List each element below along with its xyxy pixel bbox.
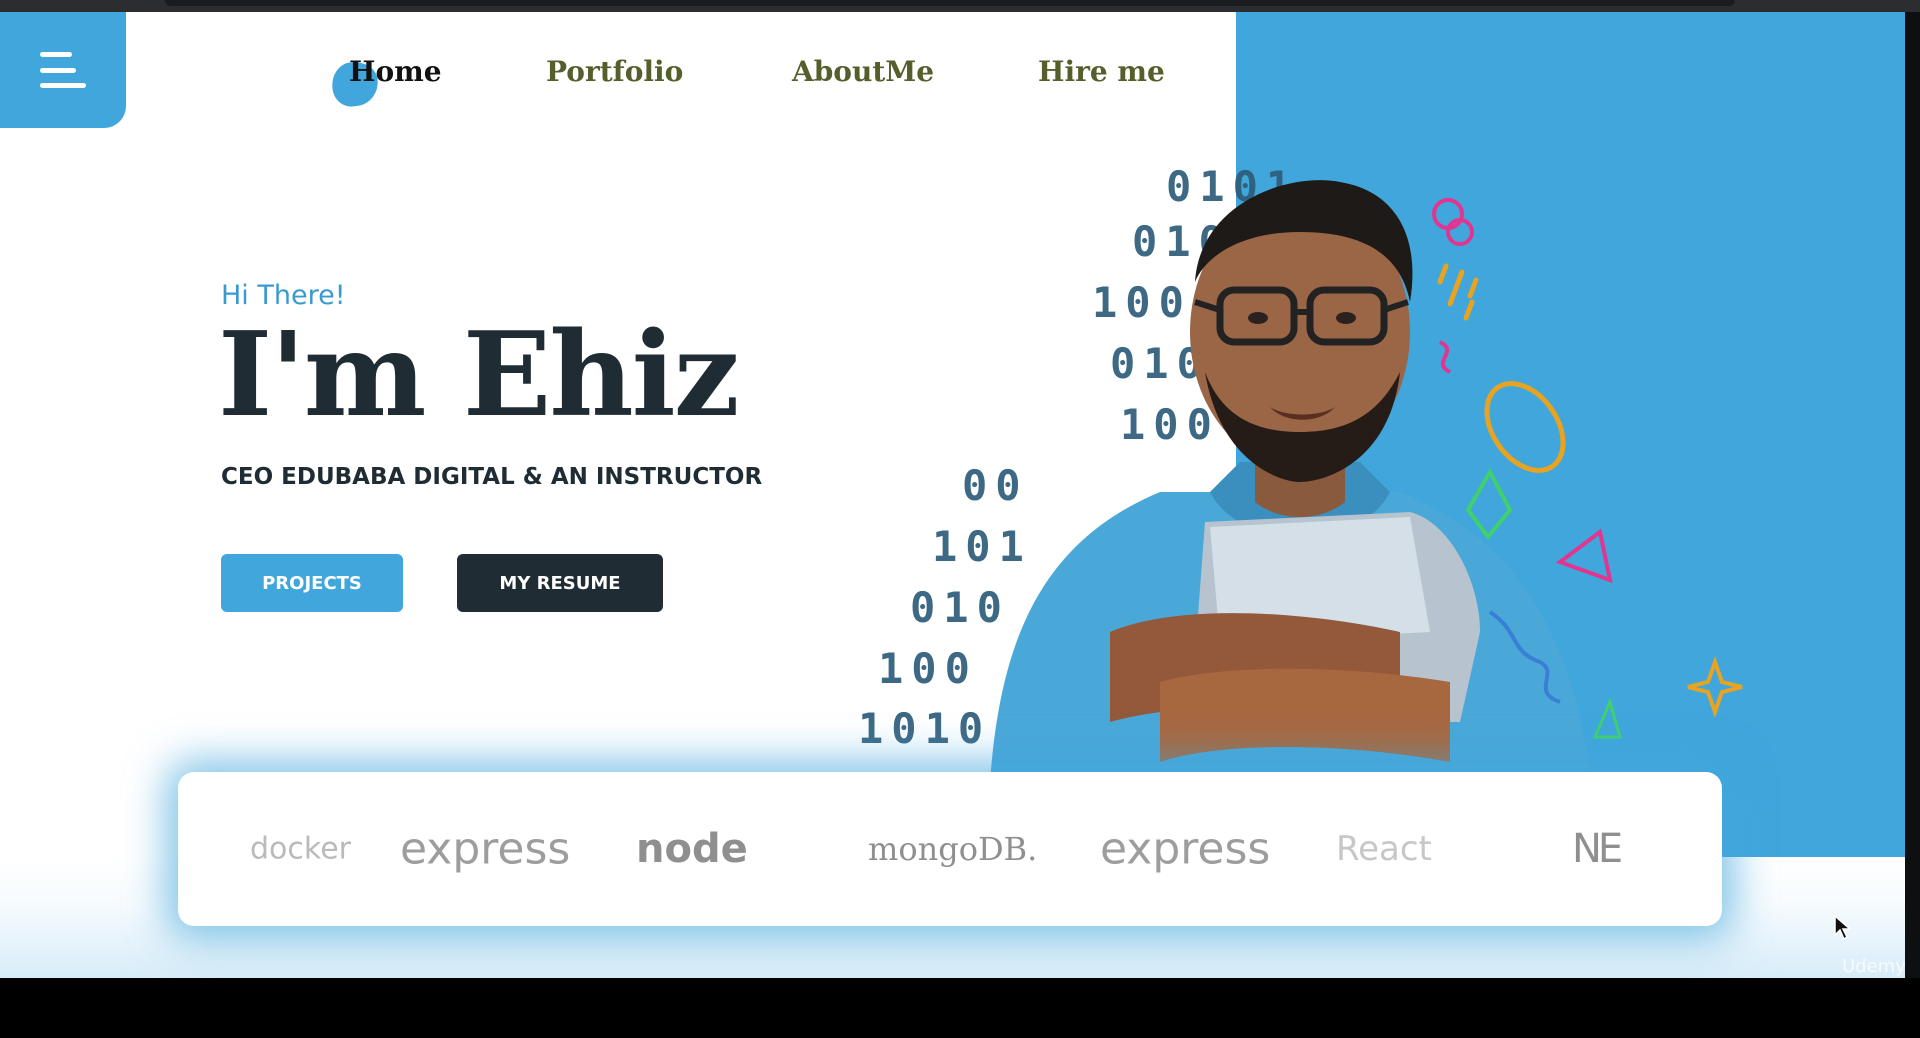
binary-line: 100 bbox=[878, 644, 978, 693]
hero-subtitle: CEO EDUBABA DIGITAL & AN INSTRUCTOR bbox=[221, 464, 763, 490]
portfolio-page: Home Portfolio AboutMe Hire me Hi There!… bbox=[0, 12, 1905, 978]
react-logo: React bbox=[1336, 829, 1432, 869]
express-logo: express bbox=[1100, 823, 1271, 875]
hamburger-menu-button[interactable] bbox=[0, 12, 126, 128]
binary-line: 1010 bbox=[858, 704, 992, 753]
mongodb-logo: mongoDB. bbox=[868, 830, 1038, 868]
nav-home[interactable]: Home bbox=[349, 52, 442, 92]
tech-logo-carousel: docker express node mongoDB. express Rea… bbox=[178, 772, 1722, 926]
node-logo: node bbox=[636, 826, 748, 872]
my-resume-button[interactable]: MY RESUME bbox=[457, 554, 663, 612]
window-edge bbox=[1905, 12, 1920, 978]
udemy-watermark: Udemy bbox=[1842, 956, 1905, 977]
nav-portfolio[interactable]: Portfolio bbox=[546, 52, 683, 92]
nav-aboutme[interactable]: AboutMe bbox=[792, 52, 934, 92]
hamburger-icon bbox=[40, 52, 86, 88]
projects-button[interactable]: PROJECTS bbox=[221, 554, 403, 612]
browser-top-bar bbox=[0, 0, 1920, 12]
letterbox-bottom bbox=[0, 978, 1920, 1038]
docker-logo: docker bbox=[250, 831, 351, 867]
decorative-doodles bbox=[1432, 198, 1743, 739]
nav-hire-me[interactable]: Hire me bbox=[1038, 52, 1165, 92]
hero-headline: I'm Ehiz bbox=[218, 307, 740, 443]
nextjs-logo: NE bbox=[1572, 826, 1623, 872]
express-logo: express bbox=[400, 823, 571, 875]
mouse-cursor-icon bbox=[1834, 915, 1852, 941]
